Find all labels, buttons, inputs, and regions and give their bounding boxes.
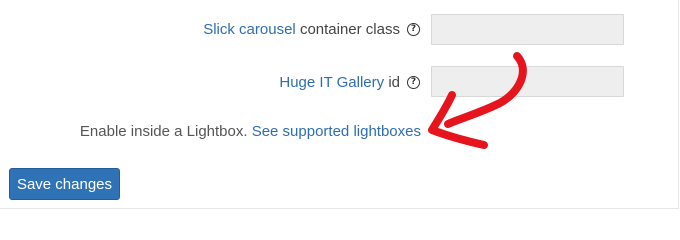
help-icon[interactable]: ? <box>407 23 420 36</box>
save-changes-button[interactable]: Save changes <box>9 168 120 200</box>
lightbox-text: Enable inside a Lightbox. <box>79 123 248 140</box>
huge-it-gallery-label-text: id <box>388 74 400 91</box>
huge-it-gallery-link[interactable]: Huge IT Gallery <box>279 74 384 91</box>
slick-carousel-label-text: container class <box>299 21 400 38</box>
settings-panel: Slick carousel container class ? Huge IT… <box>0 0 680 210</box>
slick-carousel-container-class-input[interactable] <box>431 14 624 45</box>
huge-it-gallery-id-input[interactable] <box>431 66 624 97</box>
slick-carousel-label: Slick carousel container class ? <box>203 21 420 38</box>
help-icon[interactable]: ? <box>407 76 420 89</box>
slick-carousel-link[interactable]: Slick carousel <box>203 21 296 38</box>
lightbox-row: Enable inside a Lightbox. See supported … <box>80 123 421 140</box>
supported-lightboxes-link[interactable]: See supported lightboxes <box>252 123 421 140</box>
huge-it-gallery-label: Huge IT Gallery id ? <box>279 74 420 91</box>
